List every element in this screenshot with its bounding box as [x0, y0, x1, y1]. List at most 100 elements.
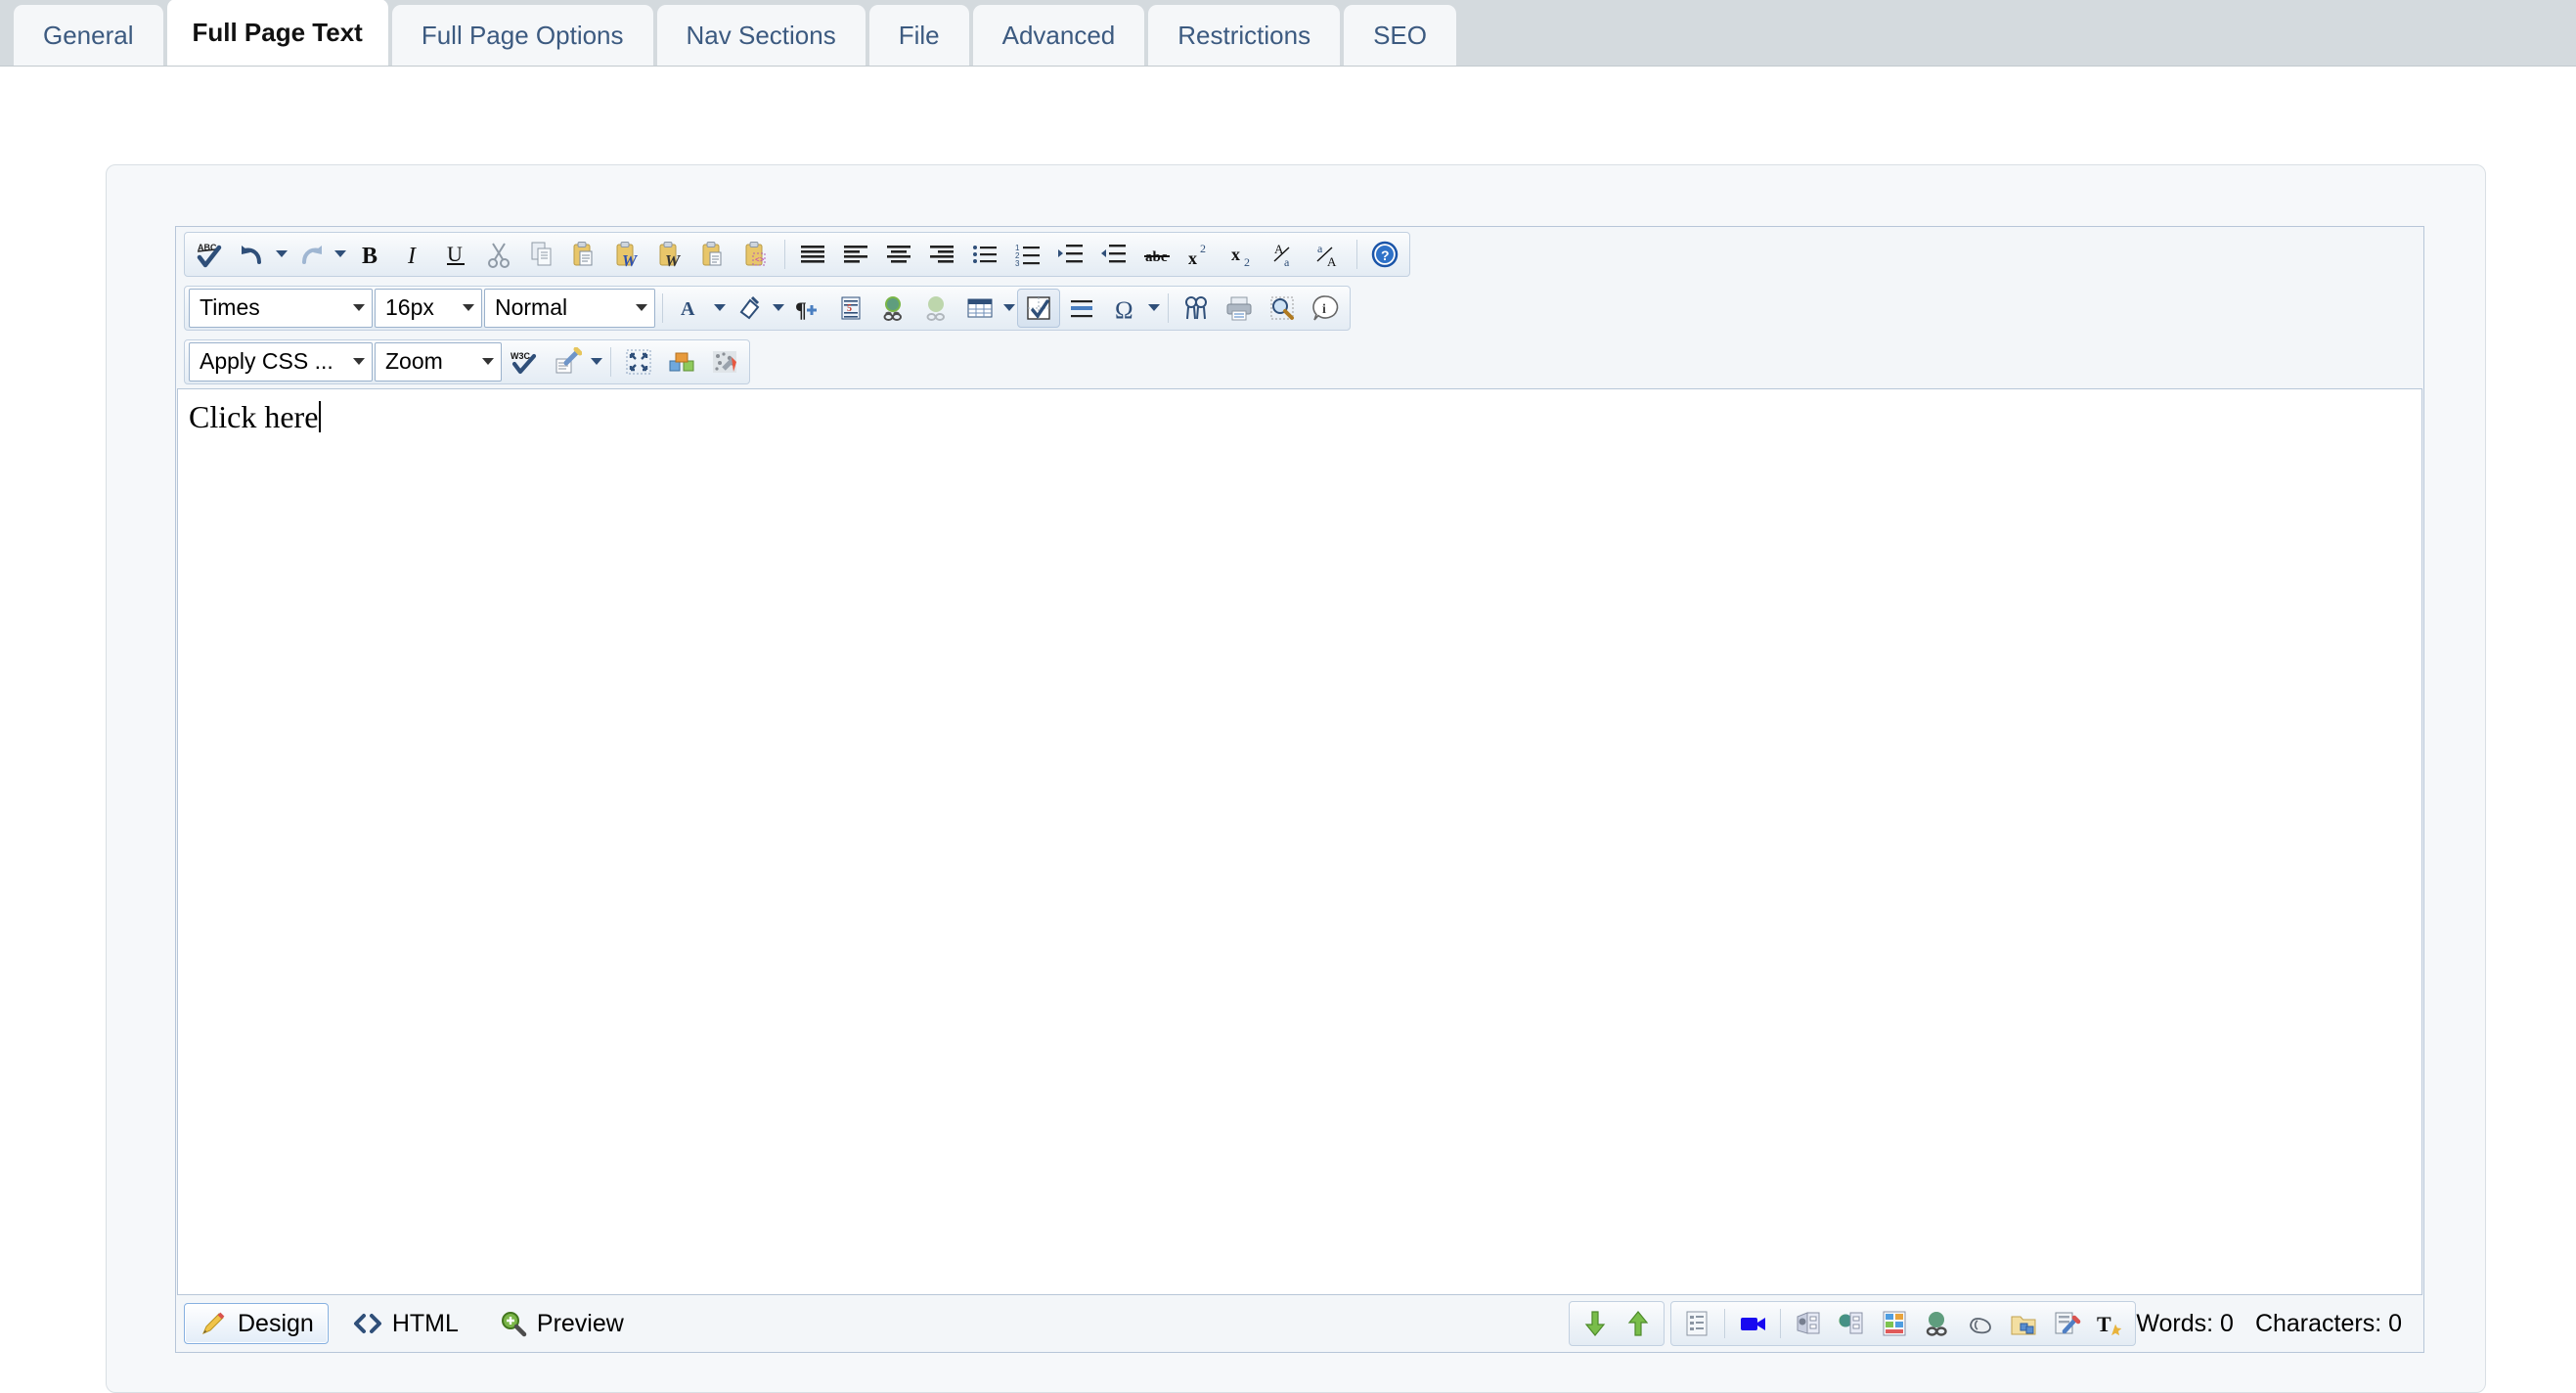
- chevron-down-icon[interactable]: [1146, 289, 1162, 328]
- w3c-validate-icon[interactable]: W3C: [503, 342, 546, 382]
- special-character-icon[interactable]: Ω: [1103, 289, 1146, 328]
- tab-file[interactable]: File: [868, 5, 969, 66]
- mouse-icon[interactable]: [1959, 1304, 2002, 1343]
- tab-full-page-text[interactable]: Full Page Text: [166, 0, 388, 66]
- chevron-down-icon[interactable]: [274, 235, 289, 274]
- align-center-icon[interactable]: [877, 235, 920, 274]
- tab-label: Advanced: [1001, 21, 1116, 50]
- help-icon[interactable]: ?: [1363, 235, 1406, 274]
- paste-from-word-cleaned-icon[interactable]: W: [649, 235, 692, 274]
- editor-panel: ABCBIUWW<>123abcx2x2AaaA? Times 16px Nor…: [106, 164, 2486, 1393]
- uppercase-icon[interactable]: Aa: [1265, 235, 1308, 274]
- find-replace-icon[interactable]: [1175, 289, 1218, 328]
- bullet-list-icon[interactable]: [963, 235, 1006, 274]
- font-size-select[interactable]: 16px: [375, 288, 482, 328]
- bold-icon[interactable]: B: [348, 235, 391, 274]
- text-cursor: [319, 401, 322, 432]
- tab-nav-sections[interactable]: Nav Sections: [656, 5, 866, 66]
- numbered-list-icon[interactable]: 123: [1006, 235, 1049, 274]
- spellcheck-icon[interactable]: ABC: [188, 235, 231, 274]
- lowercase-icon[interactable]: aA: [1308, 235, 1351, 274]
- paste-plain-text-icon[interactable]: [692, 235, 735, 274]
- chevron-down-icon[interactable]: [346, 358, 372, 365]
- align-right-icon[interactable]: [920, 235, 963, 274]
- insert-form-icon[interactable]: 5: [829, 289, 872, 328]
- tab-seo[interactable]: SEO: [1344, 5, 1457, 66]
- toolbar-separator: [784, 239, 785, 269]
- paste-html-icon[interactable]: <>: [735, 235, 778, 274]
- chevron-down-icon[interactable]: [456, 304, 481, 311]
- undo-icon[interactable]: [231, 235, 274, 274]
- outdent-icon[interactable]: [1092, 235, 1135, 274]
- insert-paragraph-icon[interactable]: ¶: [786, 289, 829, 328]
- mode-button-label: HTML: [391, 1309, 459, 1337]
- mode-button-preview[interactable]: Preview: [483, 1303, 639, 1344]
- tab-label: Nav Sections: [686, 21, 836, 50]
- redo-icon[interactable]: [289, 235, 333, 274]
- copy-icon[interactable]: [520, 235, 563, 274]
- tab-advanced[interactable]: Advanced: [972, 5, 1145, 66]
- chevron-down-icon[interactable]: [712, 289, 728, 328]
- globe-link-icon[interactable]: [1916, 1304, 1959, 1343]
- chevron-down-icon[interactable]: [589, 342, 604, 382]
- fullscreen-icon[interactable]: [617, 342, 660, 382]
- text-style-icon[interactable]: T: [2088, 1304, 2131, 1343]
- about-icon[interactable]: i: [1304, 289, 1347, 328]
- paste-icon[interactable]: [563, 235, 606, 274]
- font-color-icon[interactable]: A: [669, 289, 712, 328]
- editor-text-line: Click here: [189, 399, 322, 435]
- tab-label: SEO: [1373, 21, 1428, 50]
- superscript-icon[interactable]: x2: [1178, 235, 1221, 274]
- rich-text-editor: ABCBIUWW<>123abcx2x2AaaA? Times 16px Nor…: [175, 226, 2424, 1353]
- zoom-select[interactable]: Zoom: [375, 341, 502, 382]
- chevron-down-icon[interactable]: [629, 304, 654, 311]
- apply-css-select[interactable]: Apply CSS ...: [189, 341, 373, 382]
- page-properties-icon[interactable]: [660, 342, 703, 382]
- tab-restrictions[interactable]: Restrictions: [1148, 5, 1341, 66]
- chevron-down-icon[interactable]: [346, 304, 372, 311]
- chevron-down-icon[interactable]: [333, 235, 348, 274]
- justify-full-icon[interactable]: [791, 235, 834, 274]
- tab-label: Full Page Options: [421, 21, 624, 50]
- move-up-icon[interactable]: [1617, 1304, 1660, 1343]
- mode-button-design[interactable]: Design: [184, 1303, 329, 1344]
- underline-icon[interactable]: U: [434, 235, 477, 274]
- highlight-color-icon[interactable]: [728, 289, 771, 328]
- folder-components-icon[interactable]: [2002, 1304, 2045, 1343]
- web-gallery-icon[interactable]: [1830, 1304, 1873, 1343]
- insert-link-icon[interactable]: [872, 289, 915, 328]
- indent-icon[interactable]: [1049, 235, 1092, 274]
- chevron-down-icon[interactable]: [475, 358, 501, 365]
- italic-icon[interactable]: I: [391, 235, 434, 274]
- insert-table-icon[interactable]: [958, 289, 1001, 328]
- chevron-down-icon[interactable]: [771, 289, 786, 328]
- strikethrough-icon[interactable]: abc: [1135, 235, 1178, 274]
- layout-blocks-icon[interactable]: [1873, 1304, 1916, 1343]
- svg-text:2: 2: [1200, 242, 1206, 255]
- move-down-icon[interactable]: [1574, 1304, 1617, 1343]
- video-camera-icon[interactable]: [1731, 1304, 1774, 1343]
- form-edit-icon[interactable]: [2045, 1304, 2088, 1343]
- subscript-icon[interactable]: x2: [1221, 235, 1265, 274]
- horizontal-rule-icon[interactable]: [1060, 289, 1103, 328]
- clean-html-icon[interactable]: [546, 342, 589, 382]
- align-left-icon[interactable]: [834, 235, 877, 274]
- remove-link-icon[interactable]: [915, 289, 958, 328]
- print-icon[interactable]: [1218, 289, 1261, 328]
- paste-from-word-icon[interactable]: W: [606, 235, 649, 274]
- svg-text:U: U: [447, 242, 463, 266]
- svg-text:a: a: [1284, 255, 1290, 269]
- editor-content-area[interactable]: Click here: [177, 388, 2422, 1295]
- tab-general[interactable]: General: [14, 5, 163, 66]
- photo-gallery-icon[interactable]: [1787, 1304, 1830, 1343]
- paragraph-style-select[interactable]: Normal: [484, 288, 655, 328]
- tab-full-page-options[interactable]: Full Page Options: [391, 5, 653, 66]
- print-preview-icon[interactable]: [1261, 289, 1304, 328]
- mode-button-html[interactable]: HTML: [338, 1303, 473, 1344]
- document-list-icon[interactable]: [1675, 1304, 1718, 1343]
- chevron-down-icon[interactable]: [1001, 289, 1017, 328]
- cut-icon[interactable]: [477, 235, 520, 274]
- font-family-select[interactable]: Times: [189, 288, 373, 328]
- show-borders-icon[interactable]: [1017, 288, 1060, 328]
- image-editor-icon[interactable]: [703, 342, 746, 382]
